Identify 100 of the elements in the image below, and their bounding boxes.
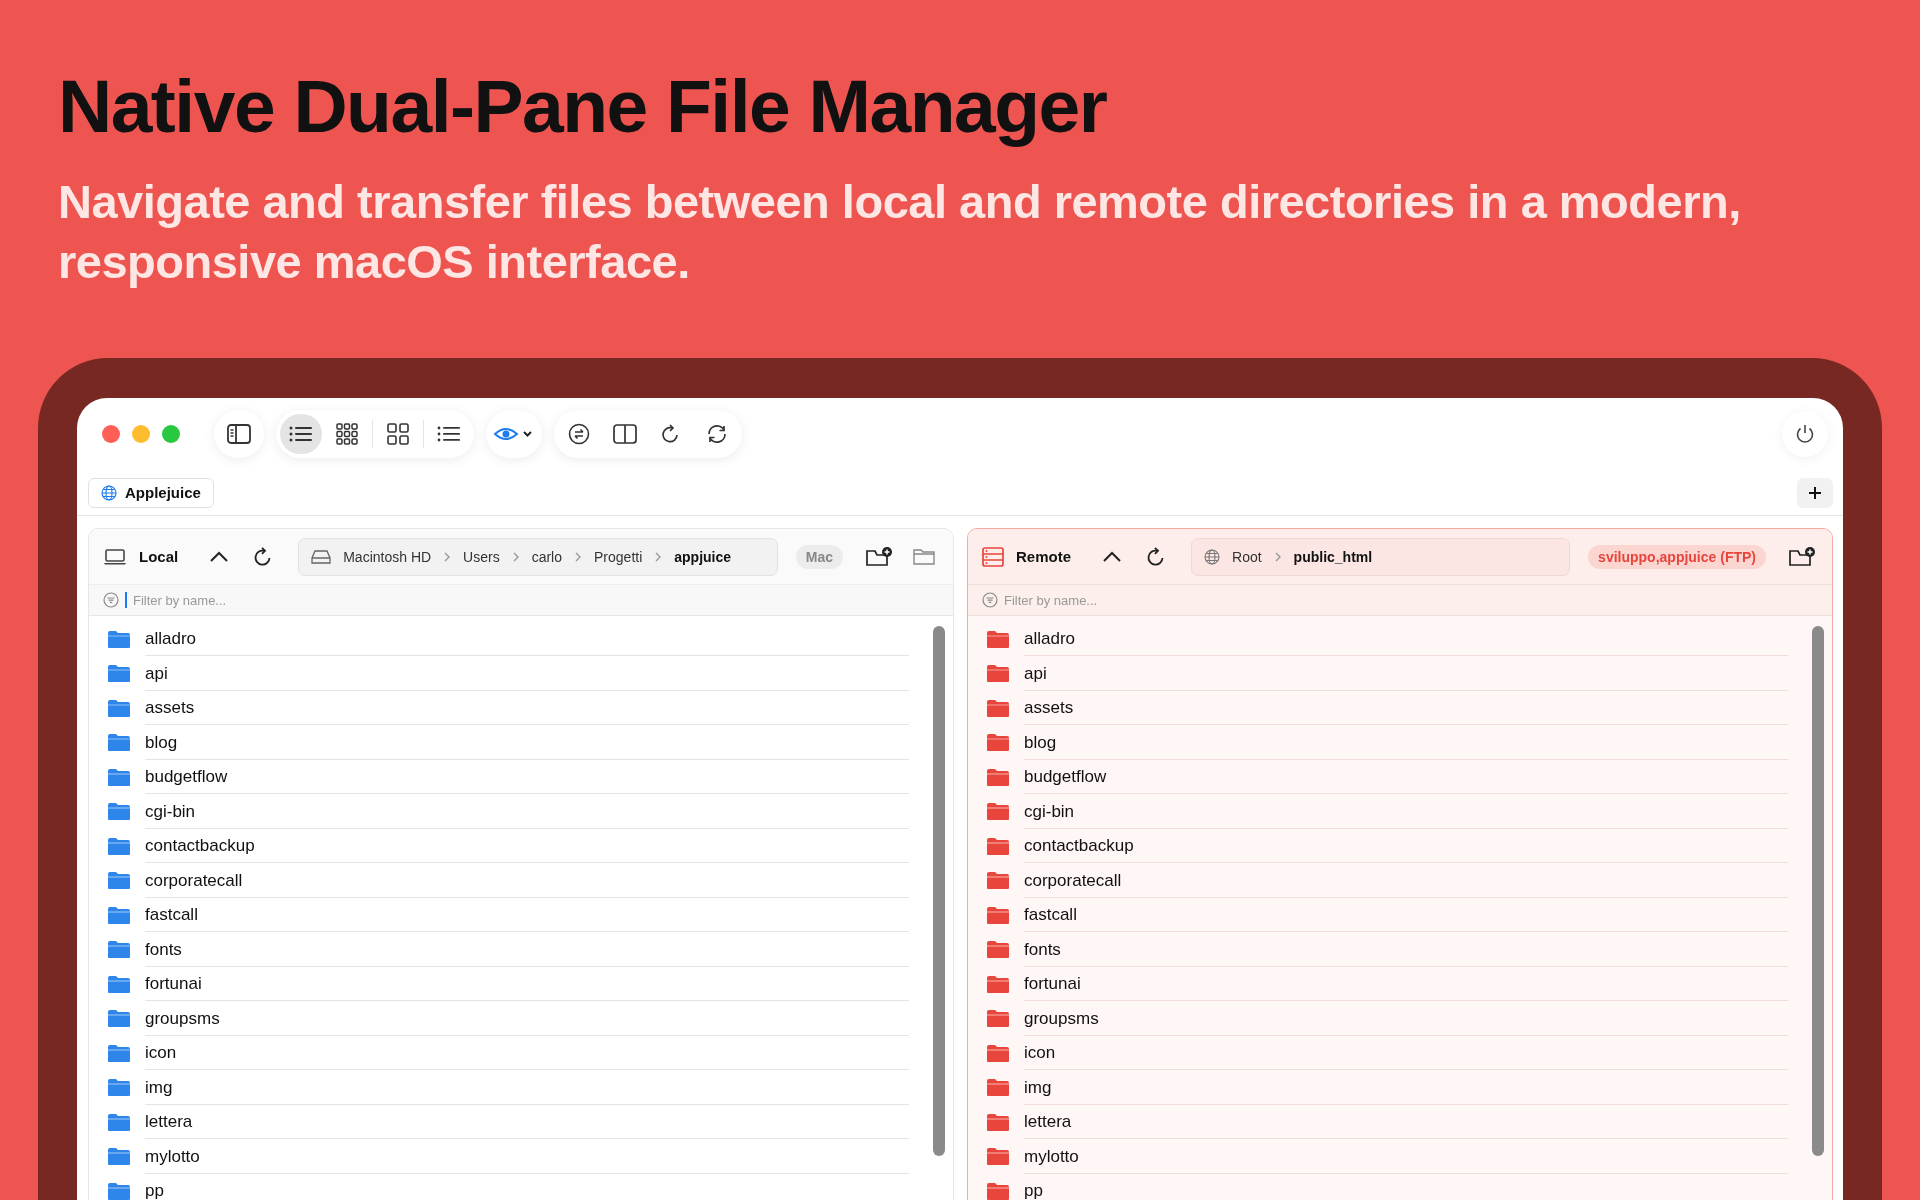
folder-icon (986, 767, 1010, 787)
filter-placeholder: Filter by name... (133, 592, 227, 608)
small-grid-icon (336, 423, 358, 445)
filter-placeholder: Filter by name... (1004, 592, 1098, 608)
folder-name[interactable]: mylotto (145, 1139, 909, 1174)
pane-label: Local (139, 548, 179, 565)
folder-name[interactable]: fastcall (145, 898, 909, 933)
bullet-list-icon (436, 424, 462, 444)
folder-icon (107, 1078, 131, 1098)
folder-name[interactable]: pp (145, 1174, 909, 1200)
folder-icon (986, 802, 1010, 822)
folder-name[interactable]: fortunai (1024, 967, 1788, 1002)
path-segment[interactable]: Progetti (594, 548, 643, 565)
chevron-icon (654, 550, 663, 563)
add-tab-button[interactable] (1797, 477, 1833, 508)
folder-name[interactable]: fonts (1024, 932, 1788, 967)
path-segment[interactable]: Users (463, 548, 500, 565)
subtitle: Navigate and transfer files between local and remote directories in a modern, responsive macOS interface. (58, 174, 1742, 290)
folder-name[interactable]: groupsms (1024, 1001, 1788, 1036)
globe-icon (101, 484, 117, 501)
folder-name[interactable]: icon (1024, 1036, 1788, 1071)
folder-icon (107, 1181, 131, 1200)
folder-icon (986, 940, 1010, 960)
host-badge: sviluppo,appjuice (FTP) (1588, 544, 1766, 569)
folder-icon (986, 1043, 1010, 1063)
folder-icon (107, 1043, 131, 1063)
folder-name[interactable]: lettera (145, 1105, 909, 1140)
path-bar[interactable]: Macintosh HD Users carlo Progetti appjuice (298, 537, 778, 576)
folder-icon (986, 1147, 1010, 1167)
folder-icon (107, 664, 131, 684)
folder-icon (107, 974, 131, 994)
chevron-icon (1273, 550, 1282, 563)
list-view-button[interactable] (280, 414, 322, 454)
path-segment[interactable]: appjuice (674, 548, 732, 565)
path-segment[interactable]: Macintosh HD (343, 548, 432, 565)
split-view-icon (613, 424, 637, 444)
folder-name[interactable]: groupsms (145, 1001, 909, 1036)
folder-icon (107, 1009, 131, 1029)
folder-name[interactable]: alladro (145, 622, 909, 657)
folder-name[interactable]: contactbackup (1024, 829, 1788, 864)
path-segment[interactable]: public_html (1293, 548, 1373, 565)
folder-icon (986, 836, 1010, 856)
power-button[interactable] (1782, 411, 1828, 457)
folder-icon (986, 1009, 1010, 1029)
close-button[interactable] (102, 425, 120, 443)
grid-icon (387, 423, 409, 445)
list-icon (288, 424, 314, 444)
folder-plus-icon (865, 545, 893, 568)
path-bar[interactable]: Root public_html (1191, 537, 1571, 576)
folder-icon (107, 1112, 131, 1132)
folder-name[interactable]: lettera (1024, 1105, 1788, 1140)
folder-name[interactable]: fonts (145, 932, 909, 967)
folder-name[interactable]: fortunai (145, 967, 909, 1002)
folder-name[interactable]: blog (1024, 725, 1788, 760)
filter-icon (982, 592, 998, 608)
scrollbar[interactable] (933, 626, 945, 1156)
drive-icon (311, 549, 332, 564)
folder-name[interactable]: corporatecall (1024, 863, 1788, 898)
folder-name[interactable]: img (1024, 1070, 1788, 1105)
folder-name[interactable]: cgi-bin (1024, 794, 1788, 829)
folder-name[interactable]: budgetflow (1024, 760, 1788, 795)
folder-icon (986, 905, 1010, 925)
folder-name[interactable]: budgetflow (145, 760, 909, 795)
scrollbar[interactable] (1812, 626, 1824, 1156)
folder-icon (107, 733, 131, 753)
power-icon (1794, 423, 1816, 445)
folder-name[interactable]: pp (1024, 1174, 1788, 1200)
folder-name[interactable]: api (145, 656, 909, 691)
host-badge: Mac (795, 544, 843, 569)
folder-name[interactable]: img (145, 1070, 909, 1105)
pane-label: Remote (1016, 548, 1071, 565)
folder-icon (986, 733, 1010, 753)
folder-icon (107, 940, 131, 960)
folder-icon (107, 698, 131, 718)
folder-name[interactable]: assets (145, 691, 909, 726)
folder-name[interactable]: corporatecall (145, 863, 909, 898)
folder-icon (986, 1112, 1010, 1132)
path-segment[interactable]: carlo (531, 548, 563, 565)
folder-name[interactable]: icon (145, 1036, 909, 1071)
chevron-icon (574, 550, 583, 563)
path-segment[interactable]: Root (1232, 548, 1262, 565)
connection-tab[interactable]: Applejuice (88, 477, 214, 508)
plus-icon (1808, 485, 1822, 500)
folder-name[interactable]: contactbackup (145, 829, 909, 864)
folder-name[interactable]: mylotto (1024, 1139, 1788, 1174)
chevron-icon (443, 550, 452, 563)
folder-name[interactable]: cgi-bin (145, 794, 909, 829)
folder-name[interactable]: fastcall (1024, 898, 1788, 933)
chevron-up-icon (209, 550, 230, 563)
folder-name[interactable]: blog (145, 725, 909, 760)
folder-plus-icon (1788, 545, 1816, 568)
folder-name[interactable]: api (1024, 656, 1788, 691)
chevron-icon (511, 550, 520, 563)
folder-name[interactable]: alladro (1024, 622, 1788, 657)
sidebar-icon (227, 424, 251, 444)
folder-icon (107, 1147, 131, 1167)
folder-name[interactable]: assets (1024, 691, 1788, 726)
laptop-icon (103, 547, 127, 566)
folder-icon (986, 974, 1010, 994)
chevron-up-icon (1102, 550, 1122, 563)
